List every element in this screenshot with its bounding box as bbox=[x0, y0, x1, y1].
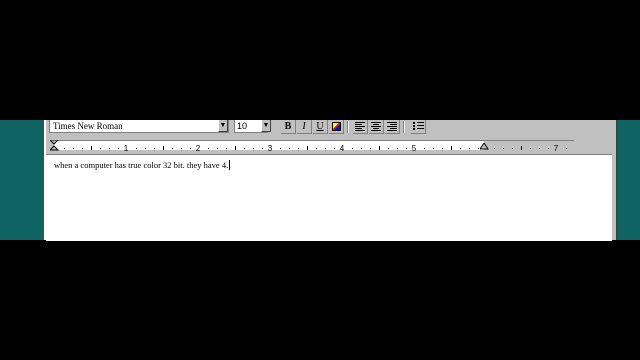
document-text-line[interactable]: when a computer has true color 32 bit. t… bbox=[54, 160, 231, 170]
font-name-dropdown-arrow-icon[interactable]: ▼ bbox=[218, 120, 228, 132]
left-indent-marker-icon[interactable] bbox=[50, 140, 59, 152]
align-right-button[interactable] bbox=[385, 120, 400, 134]
document-text: when a computer has true color 32 bit. t… bbox=[54, 160, 229, 170]
align-center-icon bbox=[371, 122, 381, 131]
format-toolbar: Times New Roman ▼ 10 ▼ B I U bbox=[46, 120, 616, 136]
ruler-number: 2 bbox=[195, 144, 201, 153]
color-button[interactable] bbox=[329, 120, 344, 134]
font-name-value: Times New Roman bbox=[53, 121, 123, 131]
align-left-button[interactable] bbox=[353, 120, 368, 134]
font-size-value: 10 bbox=[237, 121, 248, 131]
ruler-number: 3 bbox=[267, 144, 273, 153]
wordpad-window: Times New Roman ▼ 10 ▼ B I U 1 2 3 4 5 7… bbox=[44, 120, 618, 241]
document-area[interactable]: when a computer has true color 32 bit. t… bbox=[46, 154, 612, 241]
ruler-number: 7 bbox=[553, 144, 559, 153]
ruler-margin-area: 7 bbox=[484, 140, 574, 153]
align-left-icon bbox=[355, 122, 365, 131]
ruler[interactable]: 1 2 3 4 5 7 bbox=[46, 137, 616, 153]
font-name-combo[interactable]: Times New Roman bbox=[49, 120, 229, 133]
align-center-button[interactable] bbox=[369, 120, 384, 134]
color-icon bbox=[331, 122, 341, 131]
desktop-background: Times New Roman ▼ 10 ▼ B I U 1 2 3 4 5 7… bbox=[0, 120, 640, 241]
text-caret bbox=[229, 160, 231, 170]
underline-button[interactable]: U bbox=[313, 120, 328, 134]
toolbar-separator bbox=[347, 121, 349, 133]
italic-button[interactable]: I bbox=[297, 120, 312, 134]
ruler-number: 4 bbox=[339, 144, 345, 153]
ruler-number: 5 bbox=[411, 144, 417, 153]
toolbar-separator bbox=[403, 121, 405, 133]
ruler-number: 1 bbox=[123, 144, 129, 153]
align-right-icon bbox=[387, 122, 397, 131]
right-indent-marker-icon[interactable] bbox=[480, 143, 489, 151]
font-size-dropdown-arrow-icon[interactable]: ▼ bbox=[261, 120, 271, 132]
bullets-icon bbox=[412, 122, 424, 130]
bold-button[interactable]: B bbox=[281, 120, 296, 134]
bullets-button[interactable] bbox=[411, 120, 426, 134]
